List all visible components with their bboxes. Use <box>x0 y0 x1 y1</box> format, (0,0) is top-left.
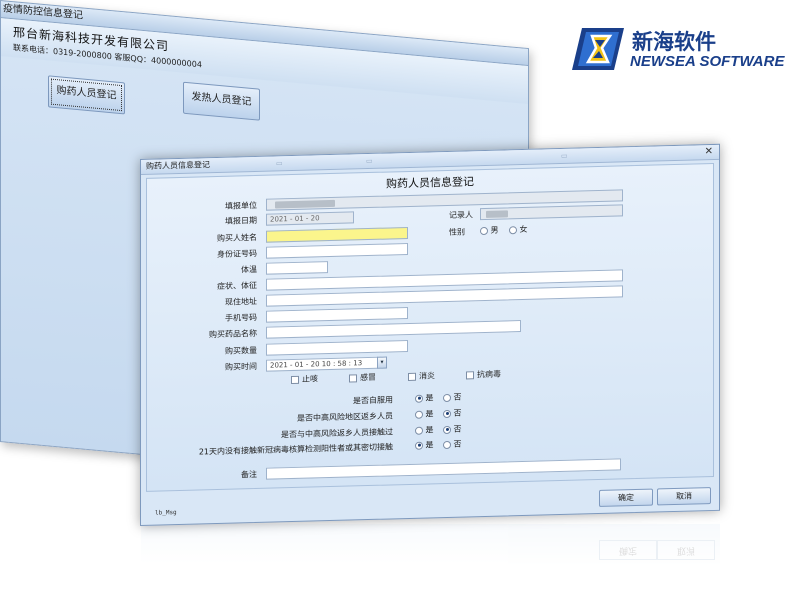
form-panel: 购药人员信息登记 填报单位 填报日期 2021 - 01 - 20 记录人 购买… <box>146 162 714 492</box>
yes-label: 是 <box>425 409 434 419</box>
question-21days-label: 21天内没有接触新冠病毒核算检测阳性者或其密切接触 <box>198 442 393 457</box>
radio-icon <box>443 440 451 449</box>
temperature-label: 体温 <box>241 264 257 275</box>
recorder-label: 记录人 <box>449 210 473 220</box>
gender-male-label: 男 <box>490 225 499 235</box>
question-contact-yes[interactable]: 是 <box>415 424 434 435</box>
question-contact-label: 是否与中高风险返乡人员接触过 <box>281 427 393 440</box>
gender-female-label: 女 <box>519 224 528 235</box>
reflection-cancel: 取消 <box>657 540 715 560</box>
date-label: 填报日期 <box>225 215 257 226</box>
no-label: 否 <box>453 439 462 449</box>
radio-icon <box>415 410 423 419</box>
remark-input[interactable] <box>266 458 621 480</box>
drug-type-cold-checkbox[interactable]: 感冒 <box>349 372 376 384</box>
no-label: 否 <box>453 408 462 418</box>
quantity-label: 购买数量 <box>225 345 257 356</box>
checkbox-icon <box>291 375 299 384</box>
address-label: 现住地址 <box>225 296 257 307</box>
question-contact-no[interactable]: 否 <box>443 424 462 435</box>
radio-icon <box>443 409 451 418</box>
newsea-logo: 新海软件 NEWSEA SOFTWARE <box>572 26 792 74</box>
radio-icon <box>415 441 423 450</box>
gender-female-radio[interactable]: 女 <box>509 224 528 235</box>
question-21days-yes[interactable]: 是 <box>415 439 434 450</box>
redacted-value <box>275 199 335 209</box>
symptoms-label: 症状、体征 <box>217 280 257 291</box>
buyer-name-label: 购买人姓名 <box>217 232 257 243</box>
radio-icon <box>415 394 423 403</box>
faded-tab: ▭ <box>276 159 283 168</box>
ok-button[interactable]: 确定 <box>599 488 653 507</box>
unit-label: 填报单位 <box>225 200 257 211</box>
question-self-use-yes[interactable]: 是 <box>415 392 434 403</box>
drug-type-label: 感冒 <box>360 372 376 383</box>
gender-male-radio[interactable]: 男 <box>480 225 499 236</box>
drug-buyer-dialog: 购药人员信息登记 ▭ ▭ ▭ ✕ 购药人员信息登记 填报单位 填报日期 2021… <box>140 143 720 526</box>
drug-name-label: 购买药品名称 <box>209 328 257 340</box>
quantity-input[interactable] <box>266 339 408 356</box>
faded-tab: ▭ <box>561 151 568 160</box>
purchase-time-picker[interactable]: 2021 - 01 - 20 10 : 58 : 13 <box>266 356 378 372</box>
window-reflection: 确定 取消 <box>141 524 720 564</box>
no-label: 否 <box>453 392 462 402</box>
reflection-ok: 确定 <box>599 540 657 560</box>
date-field: 2021 - 01 - 20 <box>266 211 354 226</box>
temperature-input[interactable] <box>266 261 328 275</box>
drug-type-label: 止咳 <box>302 374 318 384</box>
yes-label: 是 <box>425 393 434 403</box>
question-risk-area-yes[interactable]: 是 <box>415 408 434 419</box>
drug-type-label: 抗病毒 <box>477 369 501 380</box>
phone-label: 手机号码 <box>225 312 257 323</box>
question-risk-area-no[interactable]: 否 <box>443 408 462 419</box>
purchase-time-label: 购买时间 <box>225 361 257 372</box>
buyer-name-input[interactable] <box>266 226 408 243</box>
question-21days-no[interactable]: 否 <box>443 439 462 450</box>
drug-type-label: 消炎 <box>419 371 435 381</box>
checkbox-icon <box>408 372 416 381</box>
question-risk-area-label: 是否中高风险地区返乡人员 <box>297 411 393 423</box>
no-label: 否 <box>453 424 462 434</box>
drug-name-input[interactable] <box>266 320 521 339</box>
radio-icon <box>443 425 451 434</box>
redacted-value <box>486 210 508 218</box>
brand-name-cn: 新海软件 <box>632 30 716 54</box>
drug-type-antiviral-checkbox[interactable]: 抗病毒 <box>466 369 501 381</box>
radio-icon <box>509 225 517 234</box>
gender-label: 性别 <box>449 227 465 237</box>
checkbox-icon <box>349 373 357 383</box>
radio-icon <box>443 393 451 402</box>
id-number-input[interactable] <box>266 242 408 259</box>
checkbox-icon <box>466 370 474 379</box>
question-self-use-label: 是否自服用 <box>353 395 393 406</box>
chevron-down-icon[interactable]: ▾ <box>377 356 387 369</box>
remark-label: 备注 <box>241 469 257 480</box>
yes-label: 是 <box>425 425 434 435</box>
phone-input[interactable] <box>266 306 408 323</box>
yes-label: 是 <box>425 440 434 450</box>
recorder-field <box>480 204 623 221</box>
drug-buyer-register-button[interactable]: 购药人员登记 <box>48 75 125 115</box>
radio-icon <box>480 226 488 235</box>
question-self-use-no[interactable]: 否 <box>443 392 462 403</box>
status-message: lb_Msg <box>155 509 177 517</box>
radio-icon <box>415 426 423 435</box>
faded-tab: ▭ <box>366 156 373 166</box>
close-icon[interactable]: ✕ <box>705 145 713 159</box>
drug-type-antiinflammatory-checkbox[interactable]: 消炎 <box>408 370 435 382</box>
brand-name-en: NEWSEA SOFTWARE <box>630 53 785 70</box>
fever-register-button[interactable]: 发热人员登记 <box>183 81 260 121</box>
id-number-label: 身份证号码 <box>217 248 257 259</box>
dialog-title: 购药人员信息登记 <box>146 160 210 171</box>
cancel-button[interactable]: 取消 <box>657 487 711 506</box>
drug-type-cough-checkbox[interactable]: 止咳 <box>291 373 318 385</box>
newsea-logo-icon <box>572 28 624 70</box>
